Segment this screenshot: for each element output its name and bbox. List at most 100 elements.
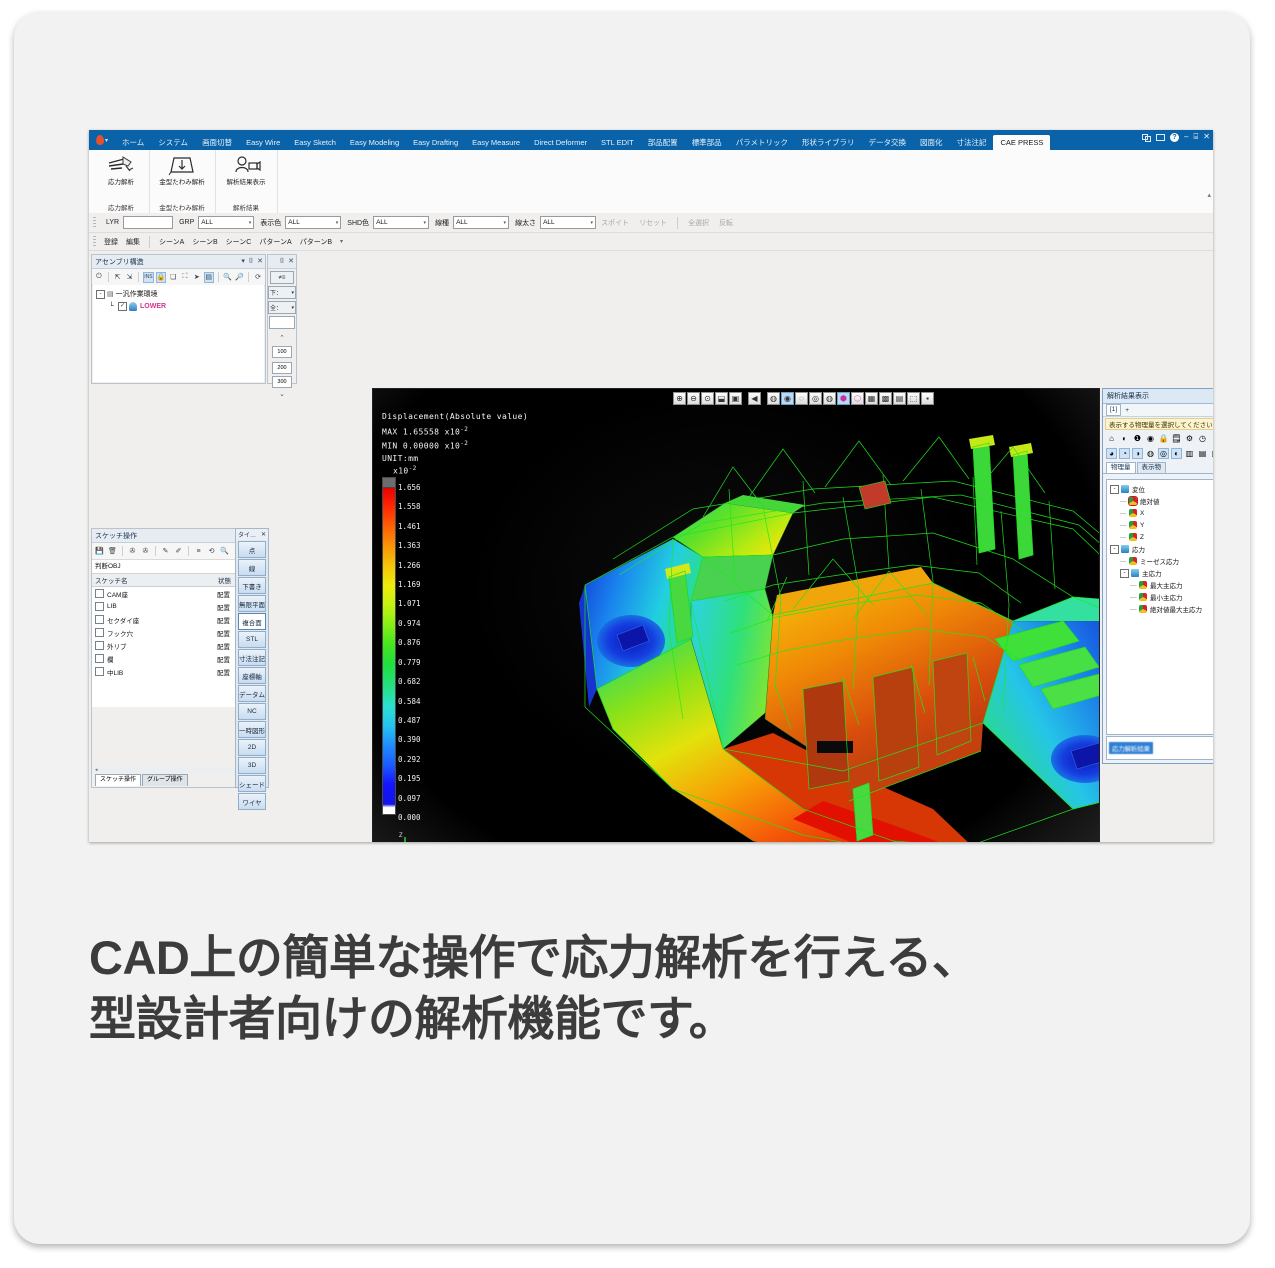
- help-icon[interactable]: ?: [1170, 132, 1180, 142]
- undo-icon[interactable]: ↺: [1210, 433, 1213, 444]
- close-icon[interactable]: ✕: [1203, 132, 1210, 142]
- reset-button[interactable]: リセット: [639, 218, 667, 228]
- ribbon-tab-1[interactable]: システム: [151, 135, 195, 150]
- result-tree-node[interactable]: — Z: [1110, 531, 1213, 543]
- delete-icon[interactable]: 🗑: [107, 546, 118, 557]
- hidden-line-icon[interactable]: ◎: [809, 392, 822, 405]
- linewidth-select[interactable]: ALL ▾: [540, 216, 597, 229]
- copy-icon[interactable]: ❏: [168, 272, 178, 283]
- display-filter-14[interactable]: ワイヤ: [238, 793, 266, 810]
- mini-step-200[interactable]: 200: [272, 362, 292, 374]
- unlink-icon[interactable]: ✇: [140, 546, 151, 557]
- display-filter-0[interactable]: 点: [238, 541, 266, 558]
- scene-button-0[interactable]: シーンA: [159, 237, 184, 247]
- result-tree-node[interactable]: — Y: [1110, 519, 1213, 531]
- mesh-icon[interactable]: ▦: [865, 392, 878, 405]
- result-tree-node[interactable]: - 応力: [1110, 543, 1213, 555]
- restore-layout-icon[interactable]: [1142, 133, 1152, 142]
- visibility-checkbox[interactable]: ✓: [118, 301, 127, 311]
- row-checkbox[interactable]: [95, 615, 104, 624]
- expander-icon[interactable]: -: [96, 289, 105, 299]
- scene-button-3[interactable]: パターンA: [259, 237, 291, 247]
- ribbon-tab-6[interactable]: Easy Drafting: [406, 135, 465, 150]
- row-checkbox[interactable]: [95, 641, 104, 650]
- contour-icon[interactable]: ▤: [893, 392, 906, 405]
- case-tab-1[interactable]: [1]: [1106, 404, 1122, 416]
- display-filter-7[interactable]: 座標軸: [238, 667, 266, 684]
- expander-icon[interactable]: -: [1110, 484, 1119, 494]
- ribbon-tab-7[interactable]: Easy Measure: [465, 135, 527, 150]
- mini-step-300[interactable]: 300: [272, 376, 292, 388]
- ribbon-tab-13[interactable]: 形状ライブラリ: [795, 135, 862, 150]
- ribbon-collapse-caret[interactable]: ▴: [1207, 191, 1211, 199]
- display-color-select[interactable]: ALL ▾: [285, 216, 342, 229]
- scene-button-4[interactable]: パターンB: [300, 237, 332, 247]
- shade-icon[interactable]: ◉: [781, 392, 794, 405]
- table-icon[interactable]: ▤: [1197, 448, 1208, 459]
- fit-icon[interactable]: ⬓: [715, 392, 728, 405]
- lock-icon[interactable]: 🔒: [155, 271, 167, 283]
- list-icon[interactable]: ≡: [193, 546, 204, 557]
- result-tree-node[interactable]: — 絶対値: [1110, 495, 1213, 507]
- edit-button[interactable]: 編集: [126, 237, 140, 247]
- deform-alt-icon[interactable]: ◐: [1171, 448, 1182, 459]
- pin-icon[interactable]: ⌷: [249, 257, 253, 266]
- zoom-out-icon[interactable]: 🔎: [234, 272, 244, 283]
- result-tree-node[interactable]: — 最大主応力: [1110, 579, 1213, 591]
- graph-icon[interactable]: ▥: [1184, 448, 1195, 459]
- link-icon[interactable]: ✇: [127, 546, 138, 557]
- ribbon-tab-12[interactable]: パラメトリック: [729, 135, 795, 150]
- display-filter-8[interactable]: データム: [238, 685, 266, 702]
- lyr-input[interactable]: [123, 216, 174, 229]
- assembly-tree-node[interactable]: - ▤ 一汎作業環境: [96, 288, 264, 300]
- display-filter-13[interactable]: シェード: [238, 775, 266, 792]
- contour-line-icon[interactable]: ◔: [1119, 448, 1130, 459]
- ribbon-tab-16[interactable]: 寸法注記: [949, 135, 993, 150]
- zoom-region-icon[interactable]: ⊕: [673, 392, 686, 405]
- result-tree-node[interactable]: — X: [1110, 507, 1213, 519]
- mini-panel-scroll-down-icon[interactable]: ⌄: [268, 390, 296, 398]
- transparent-icon[interactable]: ⬡: [851, 392, 864, 405]
- add-case-button[interactable]: +: [1125, 407, 1129, 414]
- lamp-icon[interactable]: [129, 301, 137, 311]
- row-checkbox[interactable]: [95, 667, 104, 676]
- close-icon[interactable]: ✕: [261, 531, 266, 538]
- mesh-dense-icon[interactable]: ▩: [879, 392, 892, 405]
- ribbon-tab-9[interactable]: STL EDIT: [594, 135, 641, 150]
- tab-physical-quantity[interactable]: 物理量: [1106, 462, 1136, 473]
- vector-icon[interactable]: ◑: [1132, 448, 1143, 459]
- result-tree-node[interactable]: - 主応力: [1110, 567, 1213, 579]
- rotate-view-icon[interactable]: ◍: [767, 392, 780, 405]
- ribbon-tab-3[interactable]: Easy Wire: [239, 135, 287, 150]
- close-icon[interactable]: ✕: [288, 257, 294, 266]
- ins-icon[interactable]: INS: [143, 271, 154, 283]
- tab-group-operation[interactable]: グループ操作: [142, 774, 188, 786]
- display-icon[interactable]: [1156, 133, 1166, 141]
- result-selected-row[interactable]: 応力解析結果: [1106, 736, 1213, 760]
- zoom-icon[interactable]: 🔍: [219, 546, 230, 557]
- assembly-tree[interactable]: - ▤ 一汎作業環境 └ ✓ LOWER: [93, 285, 264, 382]
- globe-icon[interactable]: ◉: [1145, 433, 1156, 444]
- display-filter-2[interactable]: 下書き: [238, 577, 266, 594]
- row-checkbox[interactable]: [95, 602, 104, 611]
- ribbon-tab-4[interactable]: Easy Sketch: [287, 135, 343, 150]
- mini-step-100[interactable]: 100: [272, 346, 292, 358]
- ribbon-tab-0[interactable]: ホーム: [115, 135, 151, 150]
- wireframe-icon[interactable]: ◍: [823, 392, 836, 405]
- tab-sketch-operation[interactable]: スケッチ操作: [95, 774, 142, 786]
- wire-shade-icon[interactable]: ◌: [795, 392, 808, 405]
- display-filter-3[interactable]: 無限平面: [238, 595, 266, 612]
- box-icon[interactable]: ▣: [729, 392, 742, 405]
- display-filter-10[interactable]: 一時図形: [238, 721, 266, 738]
- ribbon-tab-5[interactable]: Easy Modeling: [343, 135, 406, 150]
- lock-icon[interactable]: 🔒: [1158, 433, 1169, 444]
- display-filter-4[interactable]: 複合面: [238, 613, 266, 630]
- display-filter-5[interactable]: STL: [238, 631, 266, 648]
- scene-button-1[interactable]: シーンB: [192, 237, 217, 247]
- ribbon-tab-14[interactable]: データ交換: [861, 135, 913, 150]
- display-filter-1[interactable]: 線: [238, 559, 266, 576]
- pick-down-icon[interactable]: ⇲: [125, 272, 135, 283]
- scroll-left-icon[interactable]: ◂: [93, 767, 98, 773]
- all-select[interactable]: 全： ▾: [268, 301, 296, 314]
- paint-alt-icon[interactable]: ✐: [173, 546, 184, 557]
